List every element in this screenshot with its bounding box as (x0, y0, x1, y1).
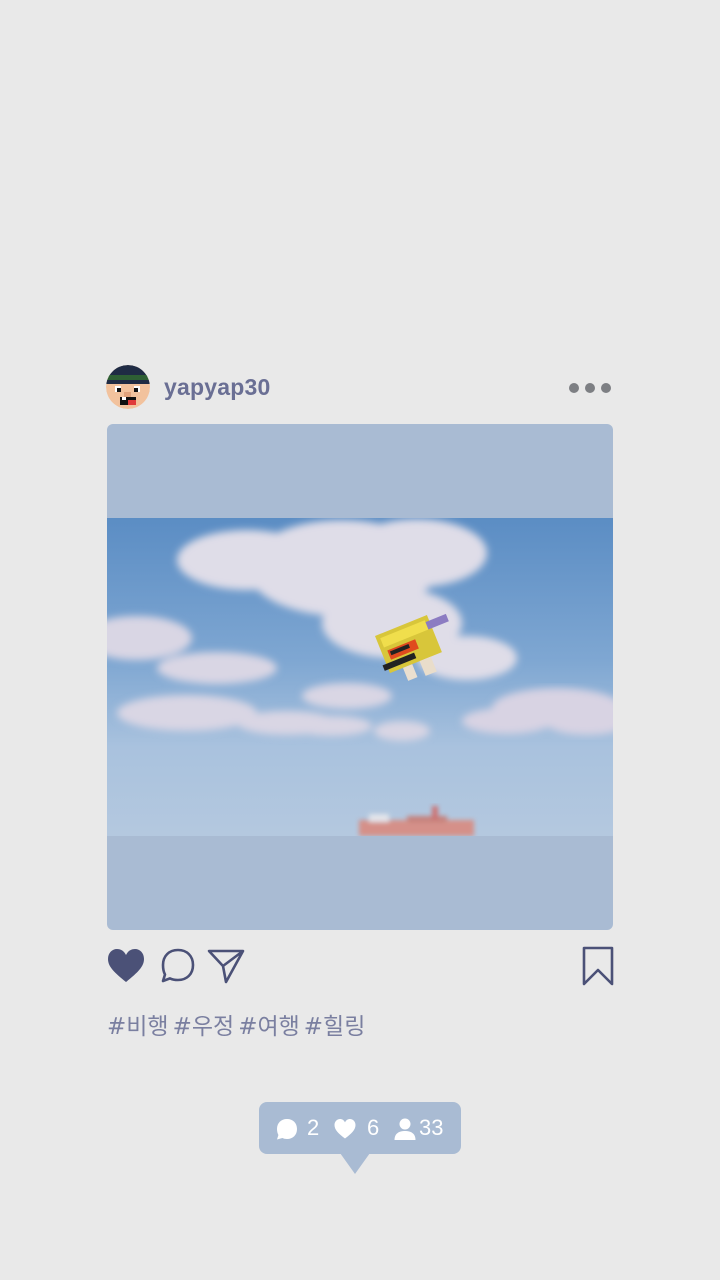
follower-count: 33 (393, 1116, 457, 1140)
stats-bubble-tail (340, 1153, 370, 1174)
post-actions (106, 946, 616, 990)
instagram-post-card: yapyap30 #비행 #우정 #여행 #힐링 2 6 33 (0, 0, 720, 1280)
comment-bubble-icon[interactable] (158, 946, 198, 986)
comment-bubble-icon (277, 1119, 297, 1140)
like-count: 6 (333, 1116, 389, 1140)
hashtags: #비행 #우정 #여행 #힐링 (107, 1007, 369, 1041)
heart-icon (334, 1119, 356, 1139)
more-dots-icon[interactable] (568, 379, 612, 397)
avatar[interactable] (106, 365, 150, 409)
post-photo-sky-scene (107, 518, 613, 836)
comment-count: 2 (275, 1116, 331, 1140)
hashtag[interactable]: #우정 (173, 1014, 235, 1040)
post-photo-frame[interactable] (107, 424, 613, 930)
hashtag[interactable]: #비행 (107, 1014, 169, 1040)
bookmark-icon[interactable] (580, 946, 620, 986)
post-header: yapyap30 (106, 365, 614, 411)
activity-stats-bubble: 2 6 33 (259, 1102, 461, 1154)
username[interactable]: yapyap30 (164, 374, 270, 401)
paper-plane-icon[interactable] (206, 946, 246, 986)
comment-count-value: 2 (307, 1115, 320, 1140)
follower-count-value: 33 (419, 1115, 444, 1140)
heart-icon[interactable] (106, 946, 146, 986)
like-count-value: 6 (367, 1115, 380, 1140)
hashtag[interactable]: #여행 (238, 1014, 300, 1040)
person-icon (394, 1118, 416, 1140)
hashtag[interactable]: #힐링 (304, 1014, 366, 1040)
